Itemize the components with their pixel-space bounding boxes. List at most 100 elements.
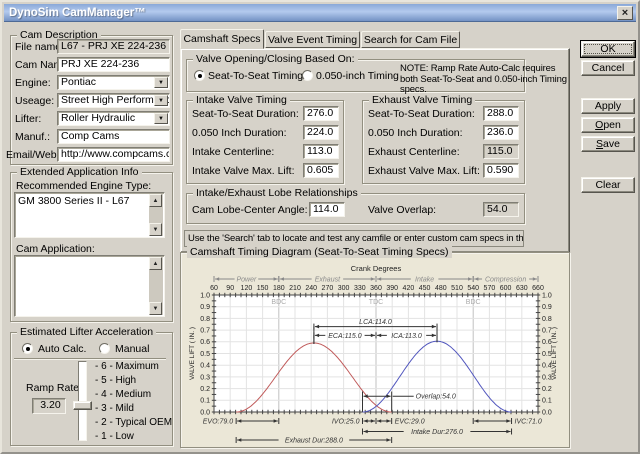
svg-text:Exhaust: Exhaust [315,277,341,284]
lobe-relationships-title: Intake/Exhaust Lobe Relationships [193,187,361,199]
slider-level-2: - 2 - Typical OEM [95,417,172,428]
lifter-select[interactable]: Roller Hydraulic ▼ [57,111,170,126]
manuf-field[interactable]: Comp Cams [57,129,170,144]
save-button-label: Save [582,137,634,151]
engine-dropdown-icon[interactable]: ▼ [154,77,168,88]
svg-text:BDC: BDC [466,299,481,306]
tab-search-for-cam-file[interactable]: Search for Cam File [361,31,460,48]
svg-text:330: 330 [354,285,366,292]
intake-row-label: Intake Centerline: [192,146,274,158]
svg-text:VALVE LIFT ( IN. ): VALVE LIFT ( IN. ) [189,327,196,380]
tab-strip: Camshaft Specs Valve Event Timing Search… [180,29,570,49]
clear-button-label: Clear [582,178,634,192]
intake-centerline-field[interactable]: 113.0 [303,144,339,159]
svg-text:60: 60 [210,285,218,292]
lifter-dropdown-icon[interactable]: ▼ [154,113,168,124]
engine-type-scrollbar[interactable]: ▲ ▼ [149,194,163,236]
exhaust-s2s-duration-field[interactable]: 288.0 [483,106,519,121]
dynosim-cammanager-window: DynoSim CamManager™ × Cam Description Fi… [0,0,640,454]
open-button[interactable]: Open [581,117,635,133]
valve-basis-title: Valve Opening/Closing Based On: [193,53,358,65]
cam-application-textarea[interactable]: ▲ ▼ [14,255,165,317]
scroll-down-icon[interactable]: ▼ [149,223,162,236]
exhaust-row-label: Seat-To-Seat Duration: [368,108,475,120]
email-web-label: Email/Web: [6,149,60,161]
scroll-up-icon[interactable]: ▲ [149,194,162,207]
clear-button[interactable]: Clear [581,177,635,193]
manual-label: Manual [115,343,149,355]
exhaust-row-label: 0.050 Inch Duration: [368,127,463,139]
svg-text:0.2: 0.2 [200,386,210,393]
cam-name-field[interactable]: PRJ XE 224-236 [57,57,170,72]
svg-text:660: 660 [532,285,544,292]
title-bar[interactable]: DynoSim CamManager™ × [4,4,636,22]
svg-text:630: 630 [516,285,528,292]
svg-text:0.9: 0.9 [542,304,552,311]
slider-level-1: - 1 - Low [95,431,134,442]
svg-text:150: 150 [257,285,269,292]
apply-button-label: Apply [582,99,634,113]
svg-text:0.5: 0.5 [200,351,210,358]
file-name-field: L67 - PRJ XE 224-236 +1.6-1. [57,39,170,54]
useage-dropdown-icon[interactable]: ▼ [154,95,168,106]
auto-calc-radio[interactable] [22,343,33,354]
status-text: Use the 'Search' tab to locate and test … [184,230,524,247]
valve-overlap-field: 54.0 [483,202,519,217]
svg-text:0.8: 0.8 [200,316,210,323]
seat-to-seat-label: Seat-To-Seat Timing [208,70,303,82]
svg-text:0.0: 0.0 [542,409,552,416]
engine-select[interactable]: Pontiac ▼ [57,75,170,90]
tab-valve-event-timing[interactable]: Valve Event Timing [265,31,360,48]
intake-max-lift-field[interactable]: 0.605 [303,163,339,178]
timing-diagram-group: Camshaft Timing Diagram (Seat-To-Seat Ti… [180,252,570,448]
svg-text:0.7: 0.7 [200,328,210,335]
svg-text:0.1: 0.1 [200,398,210,405]
svg-text:600: 600 [500,285,512,292]
svg-text:0.2: 0.2 [542,386,552,393]
intake-s2s-duration-field[interactable]: 276.0 [303,106,339,121]
lobe-center-angle-label: Cam Lobe-Center Angle: [192,204,308,216]
svg-text:IVC:71.0: IVC:71.0 [515,419,542,426]
manuf-label: Manuf.: [15,131,50,143]
recommended-engine-type-label: Recommended Engine Type: [16,180,151,192]
cancel-button[interactable]: Cancel [581,60,635,76]
save-button[interactable]: Save [581,136,635,152]
scroll-down-icon[interactable]: ▼ [149,302,162,315]
close-icon[interactable]: × [617,6,633,20]
svg-text:EVO:79.0: EVO:79.0 [203,419,233,426]
apply-button[interactable]: Apply [581,98,635,114]
svg-text:480: 480 [435,285,447,292]
cam-application-scrollbar[interactable]: ▲ ▼ [149,257,163,315]
svg-text:TDC: TDC [369,299,383,306]
svg-text:VALVE LIFT ( IN. ): VALVE LIFT ( IN. ) [551,327,558,380]
ok-button[interactable]: OK [581,41,635,57]
exhaust-timing-title: Exhaust Valve Timing [369,94,475,106]
engine-label: Engine: [15,77,51,89]
cam-application-label: Cam Application: [16,243,95,255]
ramp-rate-note: NOTE: Ramp Rate Auto-Calc requires both … [400,64,572,96]
exhaust-050-duration-field[interactable]: 236.0 [483,125,519,140]
seat-to-seat-radio[interactable] [194,70,205,81]
manual-radio[interactable] [99,343,110,354]
intake-timing-title: Intake Valve Timing [193,94,290,106]
email-web-field[interactable]: http://www.compcams.com [57,147,170,162]
tab-camshaft-specs[interactable]: Camshaft Specs [180,29,264,49]
svg-text:LCA:114.0: LCA:114.0 [359,319,392,326]
slider-level-5: - 5 - High [95,375,136,386]
lobe-center-angle-field[interactable]: 114.0 [309,202,345,217]
ramp-rate-slider-thumb[interactable] [73,401,92,410]
scroll-up-icon[interactable]: ▲ [149,257,162,270]
svg-text:0.3: 0.3 [200,374,210,381]
inch-timing-radio[interactable] [302,70,313,81]
svg-text:BDC: BDC [271,299,286,306]
svg-text:420: 420 [403,285,415,292]
useage-select[interactable]: Street High Performance ▼ [57,93,170,108]
svg-text:Crank Degrees: Crank Degrees [351,264,402,273]
intake-050-duration-field[interactable]: 224.0 [303,125,339,140]
svg-text:0.6: 0.6 [200,339,210,346]
svg-text:0.9: 0.9 [200,304,210,311]
engine-type-textarea[interactable]: GM 3800 Series II - L67 ▲ ▼ [14,192,165,238]
svg-text:570: 570 [484,285,496,292]
svg-text:IVO:25.0: IVO:25.0 [332,419,360,426]
exhaust-max-lift-field[interactable]: 0.590 [483,163,519,178]
